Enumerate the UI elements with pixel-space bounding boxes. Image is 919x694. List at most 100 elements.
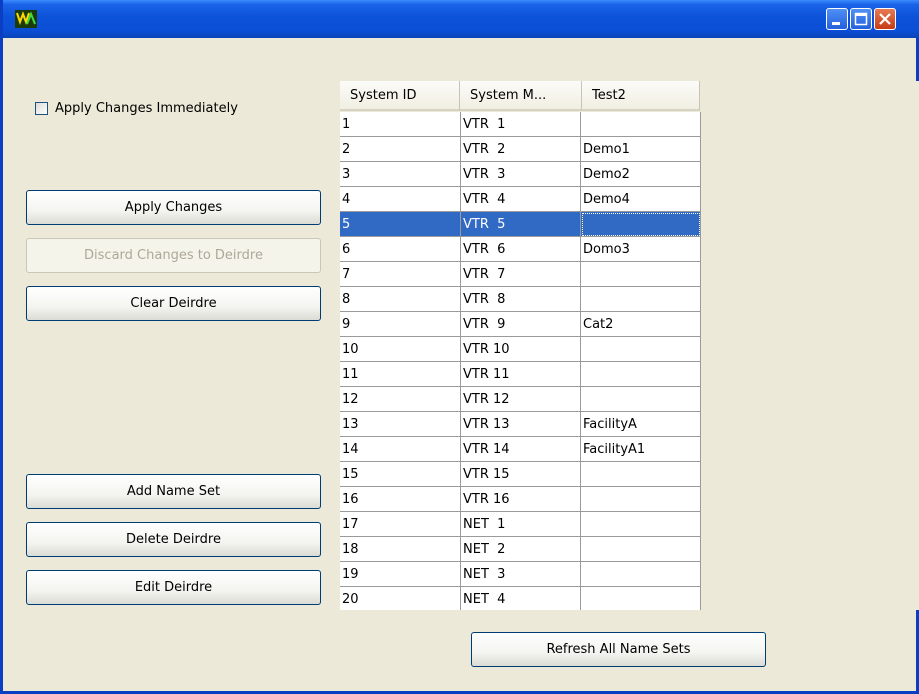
table-row[interactable]: 11 VTR 11 bbox=[340, 362, 701, 387]
cell-system-name[interactable]: VTR 10 bbox=[461, 337, 581, 362]
table-row[interactable]: 18 NET 2 bbox=[340, 537, 701, 562]
table-row[interactable]: 6 VTR 6 Domo3 bbox=[340, 237, 701, 262]
cell-test2[interactable] bbox=[581, 262, 701, 287]
cell-system-id[interactable]: 2 bbox=[340, 137, 461, 162]
column-header-system-id[interactable]: System ID bbox=[340, 81, 460, 111]
app-icon bbox=[15, 10, 37, 28]
cell-test2[interactable] bbox=[581, 562, 701, 587]
cell-test2[interactable] bbox=[581, 387, 701, 412]
cell-system-name[interactable]: NET 1 bbox=[461, 512, 581, 537]
cell-system-name[interactable]: VTR 9 bbox=[461, 312, 581, 337]
cell-system-name[interactable]: VTR 16 bbox=[461, 487, 581, 512]
table-row[interactable]: 3 VTR 3 Demo2 bbox=[340, 162, 701, 187]
table-row[interactable]: 5 VTR 5 bbox=[340, 212, 701, 237]
cell-system-id[interactable]: 12 bbox=[340, 387, 461, 412]
table-row[interactable]: 9 VTR 9 Cat2 bbox=[340, 312, 701, 337]
clear-button[interactable]: Clear Deirdre bbox=[26, 286, 321, 321]
cell-system-name[interactable]: VTR 12 bbox=[461, 387, 581, 412]
cell-system-id[interactable]: 17 bbox=[340, 512, 461, 537]
cell-system-id[interactable]: 5 bbox=[340, 212, 461, 237]
maximize-button[interactable] bbox=[850, 8, 872, 30]
cell-system-id[interactable]: 8 bbox=[340, 287, 461, 312]
table-row[interactable]: 13 VTR 13 FacilityA bbox=[340, 412, 701, 437]
cell-system-id[interactable]: 7 bbox=[340, 262, 461, 287]
cell-test2[interactable] bbox=[581, 512, 701, 537]
cell-test2[interactable] bbox=[581, 287, 701, 312]
cell-system-id[interactable]: 6 bbox=[340, 237, 461, 262]
table-row[interactable]: 2 VTR 2 Demo1 bbox=[340, 137, 701, 162]
cell-test2[interactable]: Demo4 bbox=[581, 187, 701, 212]
edit-button[interactable]: Edit Deirdre bbox=[26, 570, 321, 605]
cell-system-name[interactable]: NET 4 bbox=[461, 587, 581, 610]
close-icon bbox=[879, 13, 891, 25]
cell-system-name[interactable]: VTR 1 bbox=[461, 112, 581, 137]
refresh-all-button[interactable]: Refresh All Name Sets bbox=[471, 632, 766, 667]
cell-system-name[interactable]: NET 3 bbox=[461, 562, 581, 587]
table-row[interactable]: 16 VTR 16 bbox=[340, 487, 701, 512]
table-row[interactable]: 19 NET 3 bbox=[340, 562, 701, 587]
table-row[interactable]: 17 NET 1 bbox=[340, 512, 701, 537]
cell-system-id[interactable]: 13 bbox=[340, 412, 461, 437]
cell-test2[interactable]: Domo3 bbox=[581, 237, 701, 262]
cell-test2[interactable]: Demo1 bbox=[581, 137, 701, 162]
cell-test2[interactable] bbox=[581, 462, 701, 487]
cell-test2[interactable] bbox=[581, 487, 701, 512]
cell-system-name[interactable]: VTR 11 bbox=[461, 362, 581, 387]
apply-immediately-checkbox[interactable] bbox=[35, 101, 48, 115]
table-row[interactable]: 10 VTR 10 bbox=[340, 337, 701, 362]
cell-test2[interactable]: FacilityA bbox=[581, 412, 701, 437]
title-bar[interactable] bbox=[3, 0, 919, 38]
cell-system-id[interactable]: 1 bbox=[340, 112, 461, 137]
cell-system-name[interactable]: VTR 5 bbox=[461, 212, 581, 237]
name-set-grid[interactable]: System ID System M... Test2 1 VTR 1 2 VTR 2… bbox=[340, 81, 919, 610]
cell-test2[interactable] bbox=[581, 337, 701, 362]
cell-system-id[interactable]: 9 bbox=[340, 312, 461, 337]
cell-system-id[interactable]: 14 bbox=[340, 437, 461, 462]
cell-system-name[interactable]: VTR 8 bbox=[461, 287, 581, 312]
cell-test2[interactable] bbox=[581, 212, 701, 237]
column-header-system-m[interactable]: System M... bbox=[460, 81, 582, 111]
cell-system-name[interactable]: VTR 2 bbox=[461, 137, 581, 162]
table-row[interactable]: 14 VTR 14 FacilityA1 bbox=[340, 437, 701, 462]
table-row[interactable]: 4 VTR 4 Demo4 bbox=[340, 187, 701, 212]
column-header-test2[interactable]: Test2 bbox=[582, 81, 700, 111]
close-button[interactable] bbox=[874, 8, 896, 30]
add-name-set-button[interactable]: Add Name Set bbox=[26, 474, 321, 509]
cell-test2[interactable] bbox=[581, 112, 701, 137]
table-row[interactable]: 20 NET 4 bbox=[340, 587, 701, 610]
cell-system-name[interactable]: VTR 7 bbox=[461, 262, 581, 287]
cell-system-id[interactable]: 18 bbox=[340, 537, 461, 562]
cell-system-id[interactable]: 4 bbox=[340, 187, 461, 212]
cell-test2[interactable]: Demo2 bbox=[581, 162, 701, 187]
cell-system-name[interactable]: VTR 15 bbox=[461, 462, 581, 487]
cell-system-name[interactable]: VTR 3 bbox=[461, 162, 581, 187]
delete-button[interactable]: Delete Deirdre bbox=[26, 522, 321, 557]
cell-system-name[interactable]: VTR 13 bbox=[461, 412, 581, 437]
table-row[interactable]: 8 VTR 8 bbox=[340, 287, 701, 312]
cell-system-id[interactable]: 20 bbox=[340, 587, 461, 610]
cell-system-id[interactable]: 19 bbox=[340, 562, 461, 587]
cell-test2[interactable] bbox=[581, 362, 701, 387]
cell-system-id[interactable]: 10 bbox=[340, 337, 461, 362]
grid-rows: 1 VTR 1 2 VTR 2 Demo1 3 VTR 3 Demo2 4 VTR 4 Demo4 5… bbox=[340, 112, 701, 610]
cell-test2[interactable] bbox=[581, 537, 701, 562]
cell-system-name[interactable]: VTR 6 bbox=[461, 237, 581, 262]
cell-system-id[interactable]: 16 bbox=[340, 487, 461, 512]
table-row[interactable]: 12 VTR 12 bbox=[340, 387, 701, 412]
cell-system-id[interactable]: 3 bbox=[340, 162, 461, 187]
cell-system-name[interactable]: VTR 4 bbox=[461, 187, 581, 212]
apply-immediately-option[interactable]: Apply Changes Immediately bbox=[35, 99, 238, 117]
table-row[interactable]: 1 VTR 1 bbox=[340, 112, 701, 137]
cell-system-name[interactable]: VTR 14 bbox=[461, 437, 581, 462]
cell-test2[interactable]: Cat2 bbox=[581, 312, 701, 337]
minimize-button[interactable] bbox=[826, 8, 848, 30]
apply-changes-button[interactable]: Apply Changes bbox=[26, 190, 321, 225]
cell-system-name[interactable]: NET 2 bbox=[461, 537, 581, 562]
cell-system-id[interactable]: 15 bbox=[340, 462, 461, 487]
cell-system-id[interactable]: 11 bbox=[340, 362, 461, 387]
cell-test2[interactable] bbox=[581, 587, 701, 610]
table-row[interactable]: 7 VTR 7 bbox=[340, 262, 701, 287]
cell-test2[interactable]: FacilityA1 bbox=[581, 437, 701, 462]
table-row[interactable]: 15 VTR 15 bbox=[340, 462, 701, 487]
grid-header: System ID System M... Test2 bbox=[340, 81, 700, 111]
